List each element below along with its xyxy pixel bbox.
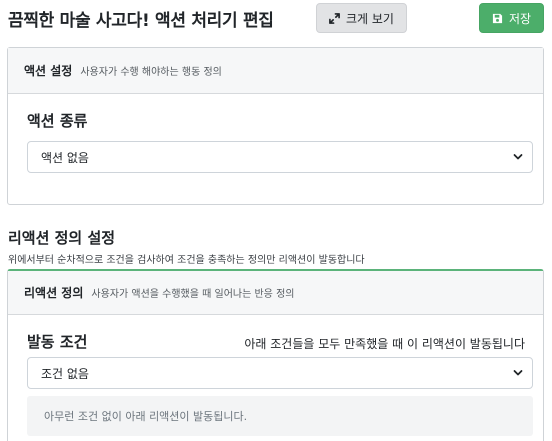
expand-view-label: 크게 보기 [346,11,394,26]
action-type-value: 액션 없음 [41,150,89,165]
action-type-label: 액션 종류 [27,112,88,130]
condition-select[interactable]: 조건 없음 [27,357,533,389]
editor-header: 끔찍한 마술 사고다! 액션 처리기 편집 크게 보기 저장 [0,0,552,38]
reaction-section-title: 리액션 정의 설정 [8,229,116,247]
action-card-description: 사용자가 수행 해야하는 행동 정의 [80,67,222,78]
chevron-down-icon [513,368,523,378]
expand-arrows-icon [329,12,340,24]
page-title: 끔찍한 마술 사고다! 액션 처리기 편집 [8,11,274,31]
trigger-condition-label: 발동 조건 [27,333,88,351]
reaction-card-header: 리액션 정의 사용자가 액션을 수행했을 때 일어나는 반응 정의 [8,271,543,315]
action-card-header: 액션 설정 사용자가 수행 해야하는 행동 정의 [8,48,543,94]
expand-view-button[interactable]: 크게 보기 [316,3,407,33]
action-card-title: 액션 설정 [24,64,73,78]
no-condition-info: 아무런 조건 없이 아래 리액션이 발동됩니다. [27,396,533,436]
reaction-section-description: 위에서부터 순차적으로 조건을 검사하여 조건을 충족하는 정의만 리액션이 발… [8,255,365,266]
chevron-down-icon [513,152,523,162]
condition-note: 아래 조건들을 모두 만족했을 때 이 리액션이 발동됩니다 [244,337,525,351]
save-button[interactable]: 저장 [479,3,544,33]
reaction-definition-card: 리액션 정의 사용자가 액션을 수행했을 때 일어나는 반응 정의 발동 조건 … [7,269,544,441]
action-type-select[interactable]: 액션 없음 [27,141,533,173]
floppy-disk-icon [492,13,503,24]
save-label: 저장 [508,11,532,26]
action-settings-card: 액션 설정 사용자가 수행 해야하는 행동 정의 액션 종류 액션 없음 [7,47,544,205]
condition-select-value: 조건 없음 [41,366,89,381]
reaction-card-title: 리액션 정의 [24,286,84,300]
reaction-card-description: 사용자가 액션을 수행했을 때 일어나는 반응 정의 [91,289,295,300]
